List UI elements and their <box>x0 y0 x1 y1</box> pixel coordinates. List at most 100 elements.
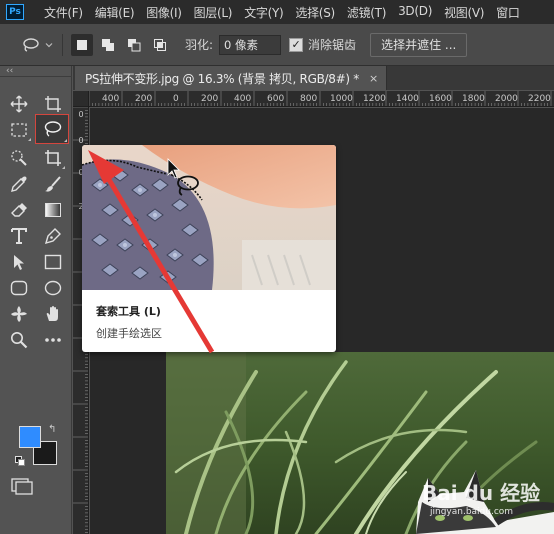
menu-layer[interactable]: 图层(L) <box>188 4 239 21</box>
menu-image[interactable]: 图像(I) <box>140 4 187 21</box>
artboard-icon <box>45 96 61 112</box>
select-and-mask-button[interactable]: 选择并遮住 ... <box>370 32 468 57</box>
toolbox: ‹‹ ↰ <box>0 66 72 534</box>
brush-icon <box>45 176 61 192</box>
lasso-icon <box>23 37 39 52</box>
ruler-label: 600 <box>267 94 285 104</box>
ruler-label: 400 <box>234 94 252 104</box>
menu-select[interactable]: 选择(S) <box>289 4 340 21</box>
zoom-tool[interactable] <box>6 328 32 352</box>
menu-window[interactable]: 窗口 <box>490 4 525 21</box>
artboard-tool[interactable] <box>40 92 66 116</box>
ruler-label: 1400 <box>396 94 419 104</box>
path-select-tool[interactable] <box>6 250 32 274</box>
antialias-label: 消除锯齿 <box>308 38 357 52</box>
ruler-label: 800 <box>300 94 318 104</box>
rounded-rect-tool[interactable] <box>6 276 32 300</box>
move-icon <box>10 95 28 113</box>
checkmark-icon: ✓ <box>291 38 301 51</box>
tool-preset-picker[interactable] <box>20 37 54 53</box>
subtract-selection-icon <box>128 38 141 51</box>
ruler-origin[interactable] <box>73 91 89 107</box>
ruler-label: 1200 <box>363 94 386 104</box>
quick-mask-tool[interactable] <box>11 478 33 496</box>
more-icon <box>45 338 61 342</box>
document-tab-bar: PS拉伸不变形.jpg @ 16.3% (背景 拷贝, RGB/8#) * × <box>73 66 554 90</box>
document-tab[interactable]: PS拉伸不变形.jpg @ 16.3% (背景 拷贝, RGB/8#) * × <box>75 66 388 90</box>
ruler-label: 400 <box>102 94 120 104</box>
eyedropper-tool[interactable] <box>6 172 32 196</box>
document-tab-title: PS拉伸不变形.jpg @ 16.3% (背景 拷贝, RGB/8#) * <box>85 71 359 86</box>
tool-tooltip: 套索工具 (L) 创建手绘选区 <box>82 145 336 352</box>
tool-group-indicator <box>62 166 65 169</box>
eraser-tool[interactable] <box>6 198 32 222</box>
tooltip-preview-image <box>82 145 336 290</box>
lasso-tool[interactable] <box>35 114 69 144</box>
menu-items: 文件(F) 编辑(E) 图像(I) 图层(L) 文字(Y) 选择(S) 滤镜(T… <box>38 4 526 21</box>
ellipse-icon <box>44 280 62 296</box>
type-tool[interactable] <box>6 224 32 248</box>
ruler-label: 200 <box>201 94 219 104</box>
hand-tool[interactable] <box>40 302 66 326</box>
options-bar: 羽化: 0 像素 ✓ 消除锯齿 选择并遮住 ... <box>0 24 554 66</box>
more-tools[interactable] <box>40 328 66 352</box>
intersect-selection-button[interactable] <box>149 34 171 56</box>
add-to-selection-button[interactable] <box>97 34 119 56</box>
rectangle-tool[interactable] <box>40 250 66 274</box>
crop-icon <box>45 150 61 166</box>
add-selection-icon <box>102 38 114 51</box>
feather-label: 羽化: <box>185 38 214 52</box>
brush-tool[interactable] <box>40 172 66 196</box>
custom-shape-tool[interactable] <box>6 302 32 326</box>
subtract-from-selection-button[interactable] <box>123 34 145 56</box>
close-icon[interactable]: × <box>369 72 378 85</box>
antialias-checkbox[interactable]: ✓ <box>289 37 304 52</box>
toolbox-divider <box>0 76 72 81</box>
menu-edit[interactable]: 编辑(E) <box>89 4 140 21</box>
rounded-rectangle-icon <box>10 280 28 296</box>
move-tool[interactable] <box>6 92 32 116</box>
menu-view[interactable]: 视图(V) <box>438 4 490 21</box>
gradient-tool[interactable] <box>40 198 66 222</box>
horizontal-ruler[interactable]: 400 200 0 200 400 600 800 1000 1200 1400… <box>89 91 554 107</box>
separator <box>62 33 63 56</box>
default-colors-icon[interactable] <box>15 456 25 466</box>
photoshop-logo: Ps <box>6 4 24 20</box>
ruler-label: 200 <box>135 94 153 104</box>
baidu-watermark: Bai du 经验 jingyan.baidu.com <box>422 481 540 517</box>
tooltip-title: 套索工具 (L) <box>96 305 161 318</box>
ellipse-tool[interactable] <box>40 276 66 300</box>
crop-tool[interactable] <box>40 146 66 170</box>
quick-selection-icon <box>11 150 27 166</box>
tool-group-indicator <box>28 138 31 141</box>
menu-filter[interactable]: 滤镜(T) <box>341 4 392 21</box>
menu-3d[interactable]: 3D(D) <box>392 4 438 21</box>
quick-select-tool[interactable] <box>6 146 32 170</box>
watermark-subtext: jingyan.baidu.com <box>429 507 513 517</box>
ruler-label: 1800 <box>462 94 485 104</box>
rectangle-icon <box>44 254 62 270</box>
collapse-toolbox-icon[interactable]: ‹‹ <box>6 66 13 76</box>
rectangular-marquee-icon <box>11 123 27 137</box>
hand-icon <box>46 306 58 321</box>
type-icon <box>11 228 27 244</box>
menu-file[interactable]: 文件(F) <box>38 4 89 21</box>
eyedropper-icon <box>11 176 27 192</box>
custom-shape-icon <box>11 306 27 322</box>
pen-tool[interactable] <box>40 224 66 248</box>
marquee-tool[interactable] <box>6 118 32 142</box>
ruler-label: 1600 <box>429 94 452 104</box>
foreground-color-swatch[interactable] <box>19 426 41 448</box>
feather-value: 0 像素 <box>224 37 259 52</box>
gradient-icon <box>45 203 61 217</box>
feather-input[interactable]: 0 像素 <box>219 34 282 55</box>
swap-colors-icon[interactable]: ↰ <box>48 424 56 435</box>
ruler-label: 1000 <box>330 94 353 104</box>
new-selection-button[interactable] <box>71 33 93 56</box>
watermark-text: Bai du 经验 <box>422 481 540 505</box>
lasso-icon <box>44 121 62 137</box>
menu-type[interactable]: 文字(Y) <box>238 4 289 21</box>
ruler-label: 2200 <box>528 94 551 104</box>
pen-icon <box>44 228 61 245</box>
select-and-mask-label: 选择并遮住 ... <box>381 38 457 52</box>
